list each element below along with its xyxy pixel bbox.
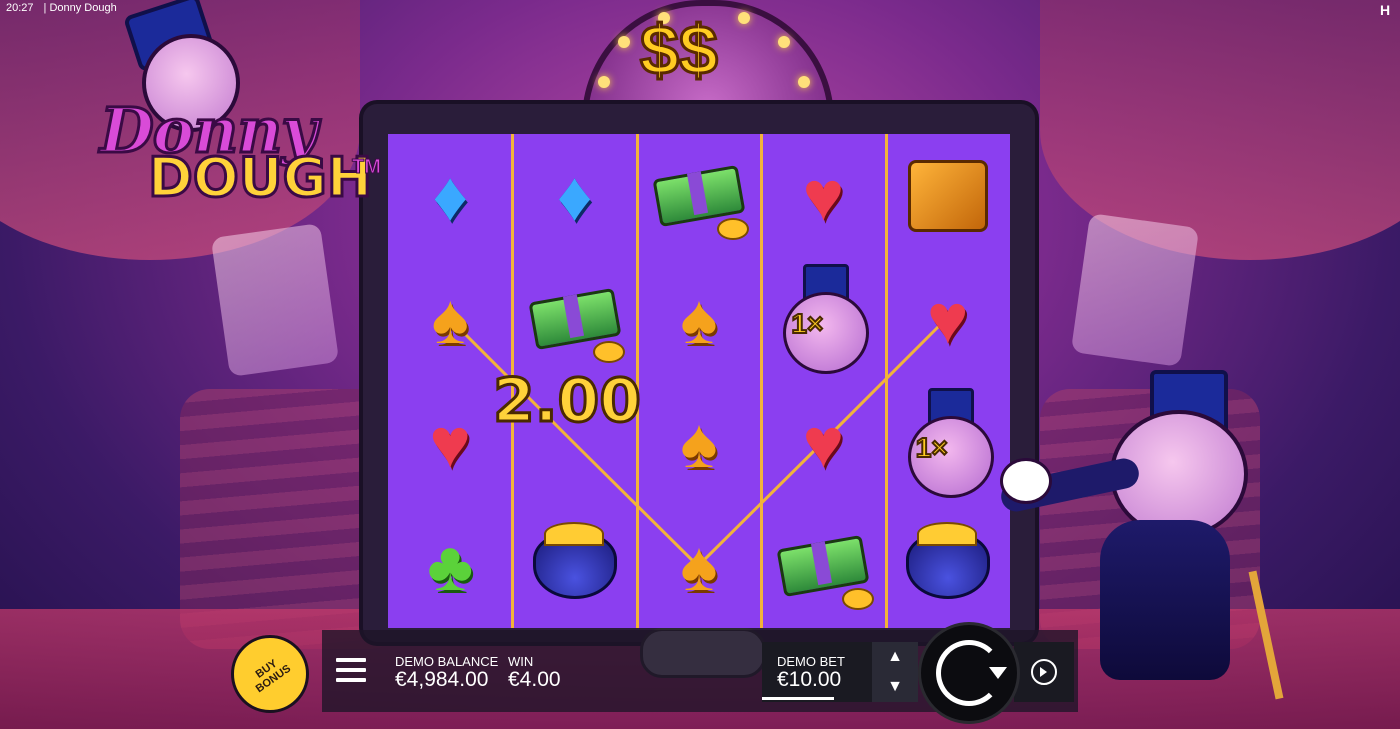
- bet-adjuster: ▲ ▼: [872, 642, 918, 702]
- win-value: €4.00: [508, 668, 561, 691]
- marquee-bulb: [778, 36, 790, 48]
- balance-value: €4,984.00: [395, 668, 489, 691]
- reel-cell: ♦: [512, 134, 636, 258]
- reel-cell: ♠: [637, 505, 761, 629]
- spade-symbol-icon: ♠: [680, 403, 718, 482]
- heart-symbol-icon: ♥: [429, 403, 471, 482]
- marquee-bulb: [618, 36, 630, 48]
- reel-cell: 1×: [886, 381, 1010, 505]
- bet-down-icon[interactable]: ▼: [872, 672, 918, 702]
- coins-icon: [717, 217, 750, 240]
- marquee-bulb: [598, 76, 610, 88]
- donny-multiplier-symbol: 1×: [773, 264, 873, 375]
- spin-icon: [936, 640, 1007, 706]
- background-card-spade: [1070, 213, 1200, 367]
- spade-symbol-icon: ♠: [431, 280, 469, 359]
- marquee-bulb: [738, 12, 750, 24]
- buy-bonus-button[interactable]: BUY BONUS: [231, 635, 309, 713]
- reel-cell: ♥: [761, 381, 885, 505]
- coins-icon: [592, 341, 625, 363]
- coins-icon: [841, 588, 874, 610]
- menu-icon[interactable]: [336, 658, 366, 682]
- autoplay-icon: [1031, 659, 1057, 685]
- reel-cell: 1×: [761, 258, 885, 382]
- heart-symbol-icon: ♥: [802, 156, 845, 235]
- mascot-body: [1100, 520, 1230, 680]
- heart-symbol-icon: ♥: [802, 403, 845, 482]
- hacksaw-logo-icon: H: [1380, 2, 1391, 18]
- coin-purse-symbol-icon: [905, 522, 990, 600]
- reel-cell: ♠: [637, 258, 761, 382]
- heart-symbol-icon: ♥: [927, 280, 969, 359]
- reel-cell: [512, 258, 636, 382]
- spin-button[interactable]: [918, 622, 1020, 724]
- reel-cell: ♠: [388, 258, 512, 382]
- bet-label: DEMO BET: [777, 654, 845, 669]
- spade-symbol-icon: ♠: [680, 280, 718, 359]
- reel-grid: ♦ ♦ ♥ ♠ ♠ 1× ♥ ♥ ♠ ♥ 1× ♣ ♠: [388, 134, 1010, 628]
- bet-up-icon[interactable]: ▲: [872, 642, 918, 672]
- buy-bonus-label: BUY BONUS: [253, 657, 294, 696]
- logo-line2: DOUGH: [146, 145, 373, 211]
- multiplier-label: 1×: [790, 307, 824, 340]
- win-label: WIN: [508, 654, 534, 669]
- game-logo: Donny DOUGH TM: [98, 0, 390, 224]
- multiplier-label: 1×: [915, 431, 949, 464]
- background-card-club: [210, 223, 340, 377]
- window-title: | Donny Dough: [43, 2, 117, 14]
- reel-cell: ♣: [388, 505, 512, 629]
- coin-purse-symbol-icon: [532, 522, 617, 600]
- reel-cell: [886, 505, 1010, 629]
- reel-cell: [512, 505, 636, 629]
- win-amount-display: 2.00: [491, 365, 642, 438]
- reel-frame: ♦ ♦ ♥ ♠ ♠ 1× ♥ ♥ ♠ ♥ 1× ♣ ♠ 2.00: [363, 104, 1035, 642]
- diamond-symbol-icon: ♦: [556, 156, 593, 235]
- mascot-cane: [1248, 570, 1284, 700]
- donny-multiplier-symbol: 1×: [898, 387, 998, 498]
- reel-cell: ♦: [388, 134, 512, 258]
- marquee-dollar-signs: $$: [639, 10, 720, 91]
- bet-level-bar: [762, 697, 834, 700]
- reel-cell: [761, 505, 885, 629]
- clock: 20:27: [6, 2, 34, 14]
- diamond-symbol-icon: ♦: [432, 156, 469, 235]
- balance-label: DEMO BALANCE: [395, 654, 499, 669]
- reel-cell: [886, 134, 1010, 258]
- marquee-bulb: [798, 76, 810, 88]
- reel-cell: ♥: [761, 134, 885, 258]
- club-symbol-icon: ♣: [427, 527, 474, 606]
- bet-value: €10.00: [777, 668, 842, 691]
- safe-symbol-icon: [907, 159, 988, 232]
- autoplay-button[interactable]: [1014, 642, 1074, 702]
- reel-cell: ♥: [886, 258, 1010, 382]
- reel-cell: ♠: [637, 381, 761, 505]
- logo-trademark: TM: [352, 156, 382, 179]
- reel-cell: [637, 134, 761, 258]
- status-bar: 20:27 | Donny Dough: [6, 2, 127, 14]
- mascot-glove: [1000, 458, 1052, 504]
- spade-symbol-icon: ♠: [680, 527, 718, 606]
